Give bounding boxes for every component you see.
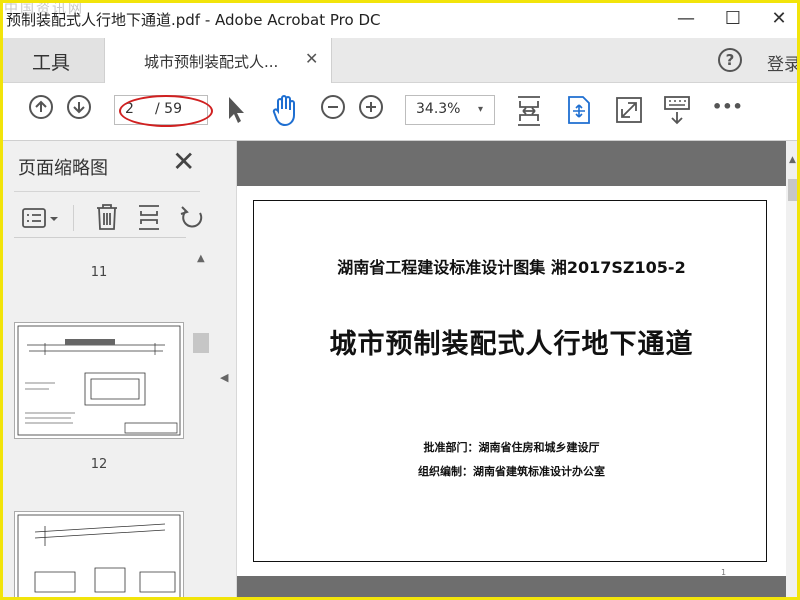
minus-icon <box>328 106 338 108</box>
page-thumbnail-drawing <box>17 514 181 600</box>
rotate-page-button[interactable] <box>178 203 206 235</box>
tab-tools-label: 工具 <box>32 52 71 74</box>
close-tab-icon[interactable]: ✕ <box>305 49 318 68</box>
arrow-down-icon <box>73 102 85 114</box>
document-main-title: 城市预制装配式人行地下通道 <box>329 329 694 360</box>
compiling-organization: 组织编制：湖南省建筑标准设计办公室 <box>418 465 605 478</box>
hand-tool-button[interactable] <box>270 93 302 131</box>
select-tool-button[interactable] <box>226 95 246 129</box>
fit-page-icon <box>518 96 540 126</box>
approval-department: 批准部门：湖南省住房和城乡建设厅 <box>423 441 600 454</box>
divider <box>14 191 200 192</box>
thumbnail-number: 11 <box>90 265 108 280</box>
divider <box>73 205 74 231</box>
scroll-up-icon[interactable]: ▲ <box>789 155 796 165</box>
plus-icon <box>366 102 376 112</box>
document-scrollbar[interactable]: ▲ <box>786 141 800 600</box>
title-bar: 中国资讯网 预制装配式人行地下通道.pdf - Adobe Acrobat Pr… <box>0 0 800 38</box>
divider <box>14 237 186 238</box>
panel-title: 页面缩略图 <box>18 158 108 179</box>
options-menu-button[interactable] <box>22 207 60 235</box>
highlight-annotation <box>119 95 213 127</box>
insert-page-button[interactable] <box>136 203 162 235</box>
close-window-button[interactable]: ✕ <box>766 8 792 30</box>
next-page-button[interactable] <box>67 95 91 119</box>
tab-bar: 工具 城市预制装配式人... ✕ ? 登录 <box>0 38 800 83</box>
delete-page-button[interactable] <box>94 203 120 235</box>
page-thumbnail-drawing <box>17 325 181 436</box>
panel-scrollbar[interactable]: ▲ <box>192 251 210 600</box>
help-icon[interactable]: ? <box>718 48 742 72</box>
pointer-icon <box>229 97 244 123</box>
thumbnail-page-12[interactable] <box>14 322 184 439</box>
previous-page-edge <box>237 141 786 186</box>
thumbnail-number: 12 <box>90 457 108 472</box>
zoom-in-button[interactable] <box>359 95 383 119</box>
full-screen-button[interactable] <box>616 97 642 127</box>
collapse-arrow-icon[interactable]: ◀ <box>220 371 228 384</box>
fit-width-button[interactable] <box>516 95 542 131</box>
panel-toolbar <box>0 197 214 237</box>
login-button[interactable]: 登录 <box>767 50 800 75</box>
rotate-icon <box>180 206 203 228</box>
keyboard-icon <box>664 96 690 125</box>
keyboard-tool-button[interactable] <box>663 95 691 129</box>
chevron-down-icon: ▾ <box>478 104 484 115</box>
minimize-button[interactable]: — <box>673 8 699 30</box>
tab-document-label: 城市预制装配式人... <box>144 53 279 71</box>
zoom-out-button[interactable] <box>321 95 345 119</box>
tab-document[interactable]: 城市预制装配式人... ✕ <box>104 38 332 83</box>
zoom-value: 34.3% <box>416 101 461 117</box>
panel-splitter[interactable]: ◀ <box>214 141 237 600</box>
atlas-series-title: 湖南省工程建设标准设计图集 湘2017SZ105-2 <box>337 258 686 277</box>
trash-icon <box>97 204 117 230</box>
thumbnail-list: 11 12 <box>0 245 190 600</box>
document-viewport[interactable]: 湖南省工程建设标准设计图集 湘2017SZ105-2 城市预制装配式人行地下通道… <box>237 141 786 600</box>
close-panel-icon[interactable]: ✕ <box>172 147 195 177</box>
maximize-button[interactable]: ☐ <box>720 8 746 30</box>
insert-pages-icon <box>139 205 159 230</box>
scroll-thumb[interactable] <box>193 333 209 353</box>
thumbnail-page-13[interactable] <box>14 511 184 600</box>
list-options-icon <box>22 208 58 228</box>
window-title: 预制装配式人行地下通道.pdf - Adobe Acrobat Pro DC <box>6 11 381 29</box>
scroll-thumb[interactable] <box>788 179 798 201</box>
rotate-view-button[interactable] <box>566 95 592 129</box>
expand-icon <box>616 97 642 123</box>
more-tools-icon[interactable]: ••• <box>712 97 743 116</box>
hand-icon <box>272 95 295 127</box>
document-page: 湖南省工程建设标准设计图集 湘2017SZ105-2 城市预制装配式人行地下通道… <box>237 186 786 577</box>
thumbnail-panel: 页面缩略图 ✕ 11 12 ▲ <box>0 141 214 600</box>
zoom-select[interactable]: 34.3% ▾ <box>405 95 495 125</box>
scroll-up-icon[interactable]: ▲ <box>197 253 205 264</box>
arrow-up-icon <box>35 100 47 112</box>
tab-tools[interactable]: 工具 <box>0 38 104 82</box>
page-footer-number: 1 <box>721 568 727 577</box>
page-rotate-icon <box>568 96 590 124</box>
previous-page-button[interactable] <box>29 95 53 119</box>
